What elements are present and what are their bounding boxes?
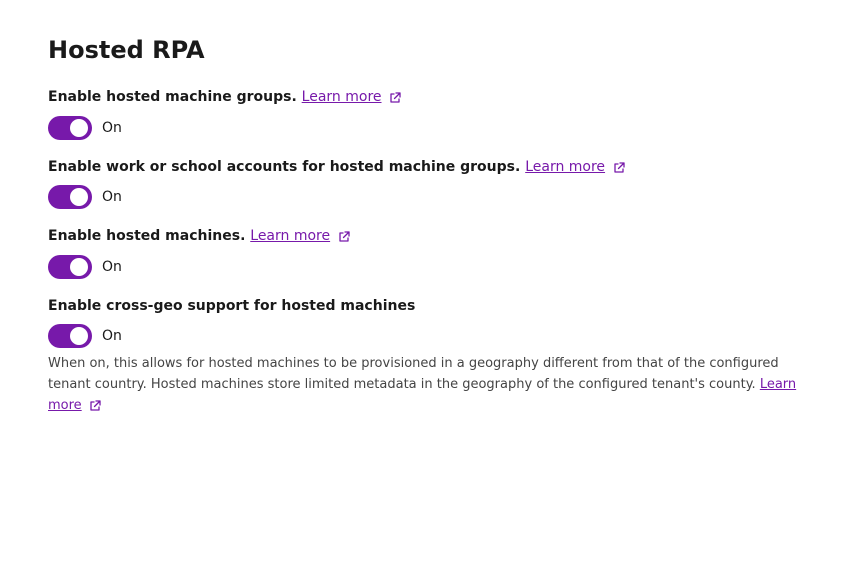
setting-label-1: Enable hosted machine groups. Learn more bbox=[48, 88, 802, 108]
external-link-icon-3 bbox=[338, 230, 350, 242]
page-title: Hosted RPA bbox=[48, 36, 802, 64]
learn-more-link-2[interactable]: Learn more bbox=[525, 159, 605, 175]
toggle-track-3 bbox=[48, 255, 92, 279]
toggle-cross-geo-support[interactable] bbox=[48, 324, 92, 348]
external-link-icon-2 bbox=[613, 161, 625, 173]
setting-cross-geo-support: Enable cross-geo support for hosted mach… bbox=[48, 297, 802, 417]
external-link-icon-4 bbox=[89, 399, 101, 411]
toggle-hosted-machines[interactable] bbox=[48, 255, 92, 279]
toggle-hosted-machine-groups[interactable] bbox=[48, 116, 92, 140]
toggle-row-3: On bbox=[48, 255, 802, 279]
cross-geo-description: When on, this allows for hosted machines… bbox=[48, 354, 802, 416]
toggle-state-label-4: On bbox=[102, 328, 122, 344]
toggle-work-school-accounts[interactable] bbox=[48, 185, 92, 209]
toggle-thumb-4 bbox=[70, 327, 88, 345]
toggle-track-1 bbox=[48, 116, 92, 140]
learn-more-link-1[interactable]: Learn more bbox=[302, 89, 382, 105]
toggle-thumb-1 bbox=[70, 119, 88, 137]
setting-work-school-accounts: Enable work or school accounts for hoste… bbox=[48, 158, 802, 210]
toggle-track-4 bbox=[48, 324, 92, 348]
toggle-thumb-2 bbox=[70, 188, 88, 206]
toggle-state-label-1: On bbox=[102, 120, 122, 136]
setting-label-4: Enable cross-geo support for hosted mach… bbox=[48, 297, 802, 317]
setting-hosted-machines: Enable hosted machines. Learn more On bbox=[48, 227, 802, 279]
setting-label-2: Enable work or school accounts for hoste… bbox=[48, 158, 802, 178]
toggle-thumb-3 bbox=[70, 258, 88, 276]
setting-hosted-machine-groups: Enable hosted machine groups. Learn more… bbox=[48, 88, 802, 140]
learn-more-link-3[interactable]: Learn more bbox=[250, 228, 330, 244]
toggle-row-1: On bbox=[48, 116, 802, 140]
external-link-icon-1 bbox=[389, 91, 401, 103]
toggle-state-label-2: On bbox=[102, 189, 122, 205]
toggle-row-2: On bbox=[48, 185, 802, 209]
setting-label-3: Enable hosted machines. Learn more bbox=[48, 227, 802, 247]
toggle-row-4: On bbox=[48, 324, 802, 348]
toggle-state-label-3: On bbox=[102, 259, 122, 275]
toggle-track-2 bbox=[48, 185, 92, 209]
